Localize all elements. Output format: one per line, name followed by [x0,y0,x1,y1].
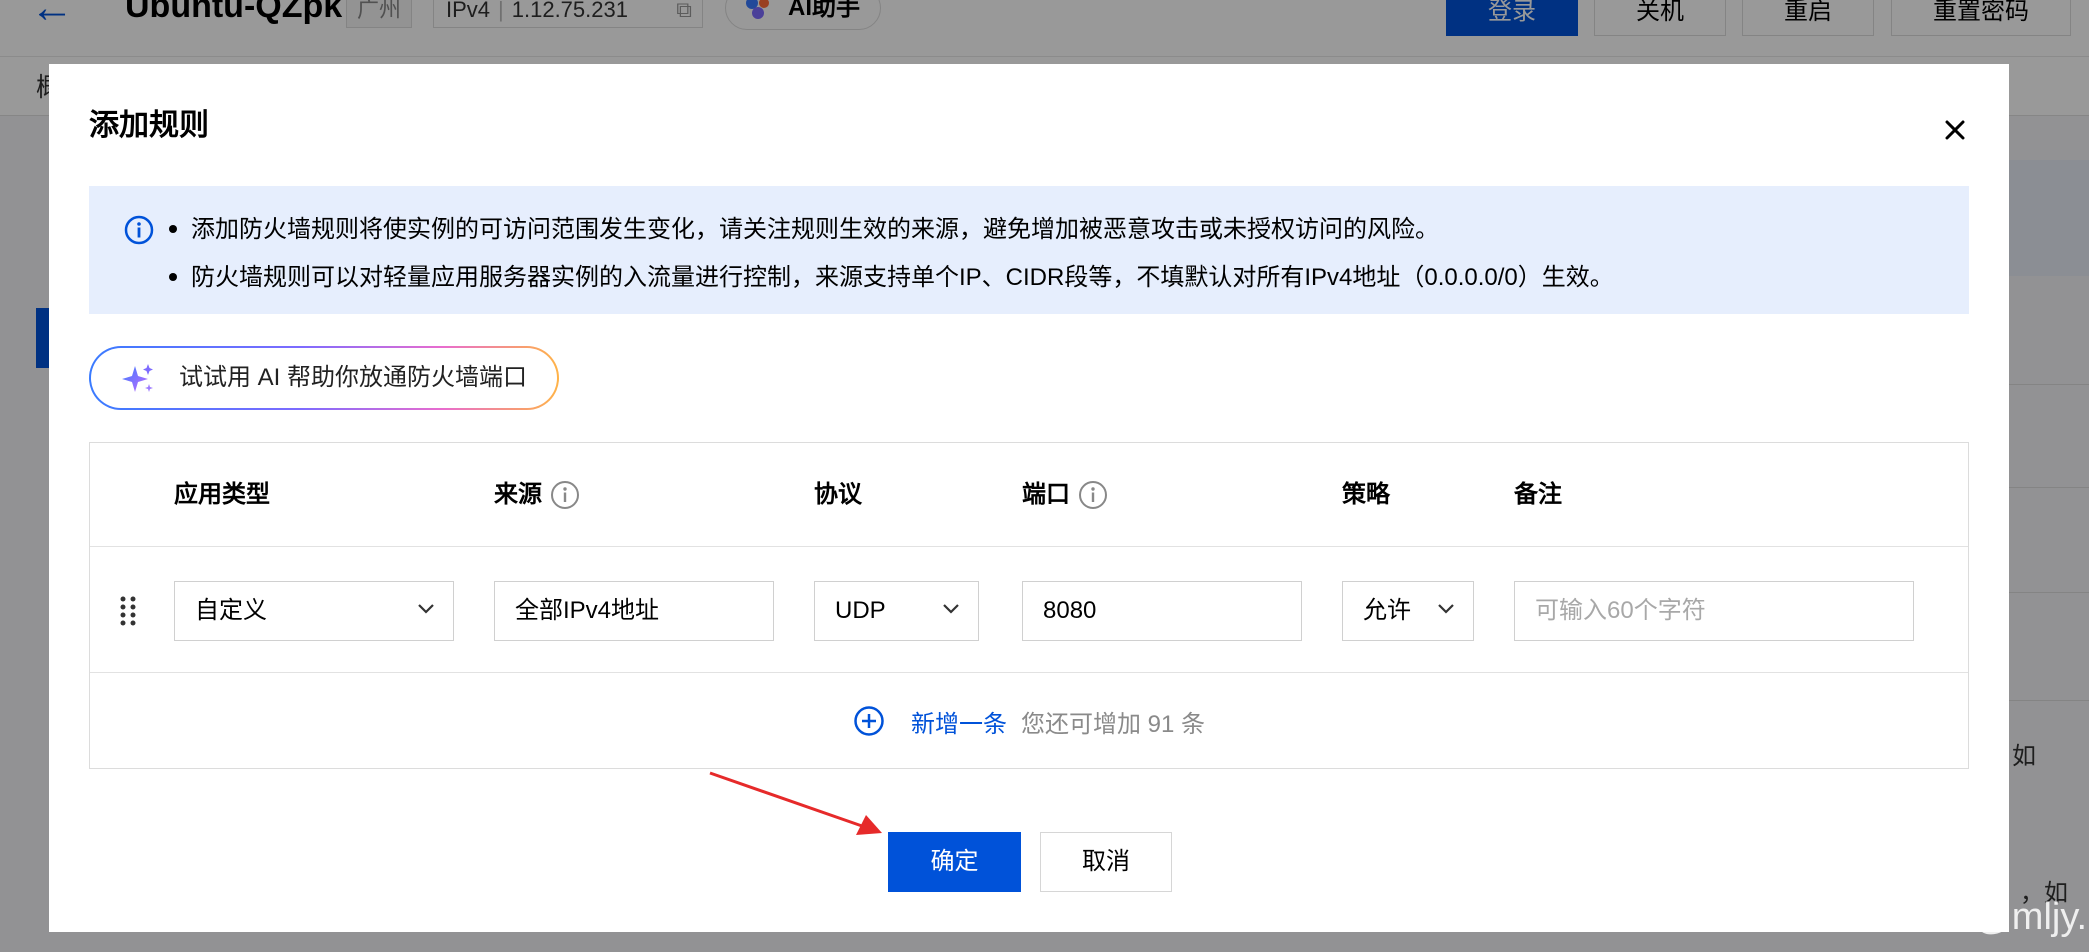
drag-handle-icon[interactable] [118,595,138,627]
header-label: 来源 [494,481,542,508]
notice-banner: 添加防火墙规则将使实例的可访问范围发生变化，请关注规则生效的来源，避免增加被恶意… [89,186,1969,314]
port-value: 8080 [1043,597,1097,624]
header-label: 备注 [1514,481,1562,508]
chevron-down-icon [418,604,434,614]
confirm-button[interactable]: 确定 [888,832,1021,892]
header-protocol: 协议 [814,479,862,511]
info-icon [124,215,154,245]
app-type-select[interactable]: 自定义 [174,581,454,641]
sparkle-icon [122,364,153,392]
header-label: 应用类型 [174,481,270,508]
cancel-button[interactable]: 取消 [1040,832,1172,892]
add-circle-icon[interactable] [853,705,885,737]
notice-item: 防火墙规则可以对轻量应用服务器实例的入流量进行控制，来源支持单个IP、CIDR段… [169,262,1614,294]
info-icon[interactable] [550,480,580,510]
protocol-select[interactable]: UDP [814,581,979,641]
port-input[interactable]: 8080 [1022,581,1302,641]
ai-help-button[interactable]: 试试用 AI 帮助你放通防火墙端口 [89,346,559,410]
remaining-count-hint: 您还可增加 91 条 [1020,710,1206,738]
policy-select[interactable]: 允许 [1342,581,1474,641]
policy-value: 允许 [1363,597,1411,624]
header-remark: 备注 [1514,479,1562,511]
header-policy: 策略 [1342,479,1390,511]
header-label: 策略 [1342,481,1390,508]
header-port: 端口 [1022,479,1108,511]
dialog-title: 添加规则 [89,109,209,142]
source-input[interactable]: 全部IPv4地址 [494,581,774,641]
table-header: 应用类型 来源 协议 端口 策略 备注 [90,443,1968,547]
header-app-type: 应用类型 [174,479,270,511]
add-rule-row: 新增一条 您还可增加 91 条 [90,673,1968,769]
notice-text: 防火墙规则可以对轻量应用服务器实例的入流量进行控制，来源支持单个IP、CIDR段… [191,264,1614,291]
add-rule-dialog: 添加规则 添加防火墙规则将使实例的可访问范围发生变化，请关注规则生效的来源，避免… [49,64,2009,932]
table-row: 自定义 全部IPv4地址 UDP 8080 允许 [90,547,1968,673]
remark-input[interactable] [1535,582,1913,640]
watermark: CSDN @mljy. [1855,896,2088,938]
chevron-down-icon [1438,604,1454,614]
header-label: 端口 [1022,481,1070,508]
notice-text: 添加防火墙规则将使实例的可访问范围发生变化，请关注规则生效的来源，避免增加被恶意… [191,216,1439,243]
info-icon[interactable] [1078,480,1108,510]
chevron-down-icon [943,604,959,614]
app-type-value: 自定义 [195,597,267,624]
header-source: 来源 [494,479,580,511]
notice-item: 添加防火墙规则将使实例的可访问范围发生变化，请关注规则生效的来源，避免增加被恶意… [169,214,1439,246]
ai-help-label: 试试用 AI 帮助你放通防火墙端口 [179,364,528,391]
header-label: 协议 [814,481,862,508]
add-rule-link[interactable]: 新增一条 [911,704,1007,739]
remark-field[interactable] [1514,581,1914,641]
source-value: 全部IPv4地址 [515,597,660,624]
rules-table: 应用类型 来源 协议 端口 策略 备注 自定义 全部IPv4地址 UDP 808… [89,442,1969,769]
close-icon[interactable] [1939,114,1971,146]
protocol-value: UDP [835,597,886,624]
